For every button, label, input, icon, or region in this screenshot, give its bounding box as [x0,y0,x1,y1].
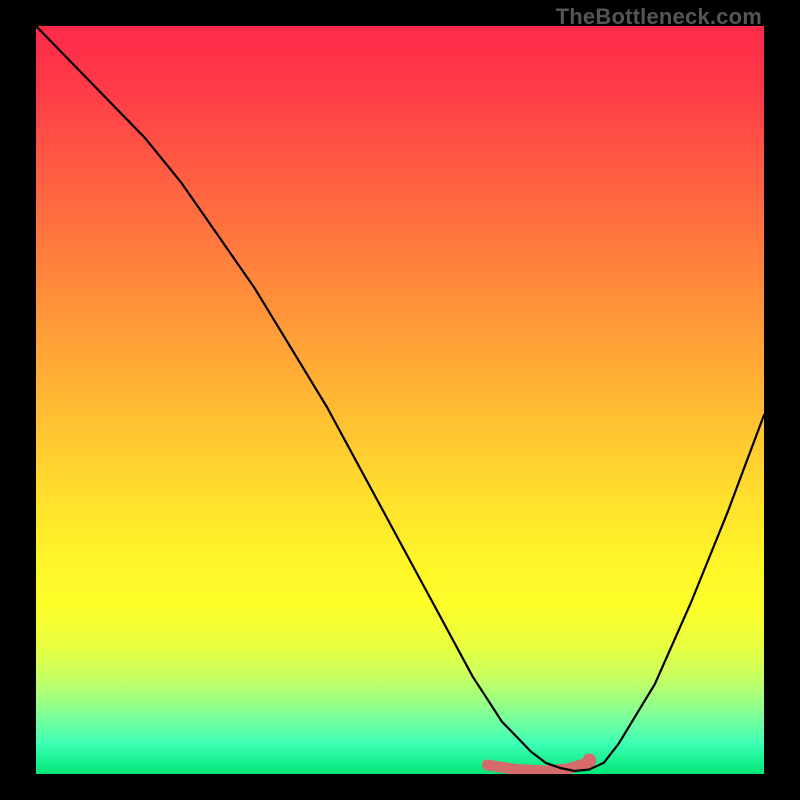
highlight-end-dot [582,754,596,768]
chart-frame: TheBottleneck.com [0,0,800,800]
plot-area [36,26,764,774]
bottleneck-curve [36,26,764,771]
curve-svg [36,26,764,774]
